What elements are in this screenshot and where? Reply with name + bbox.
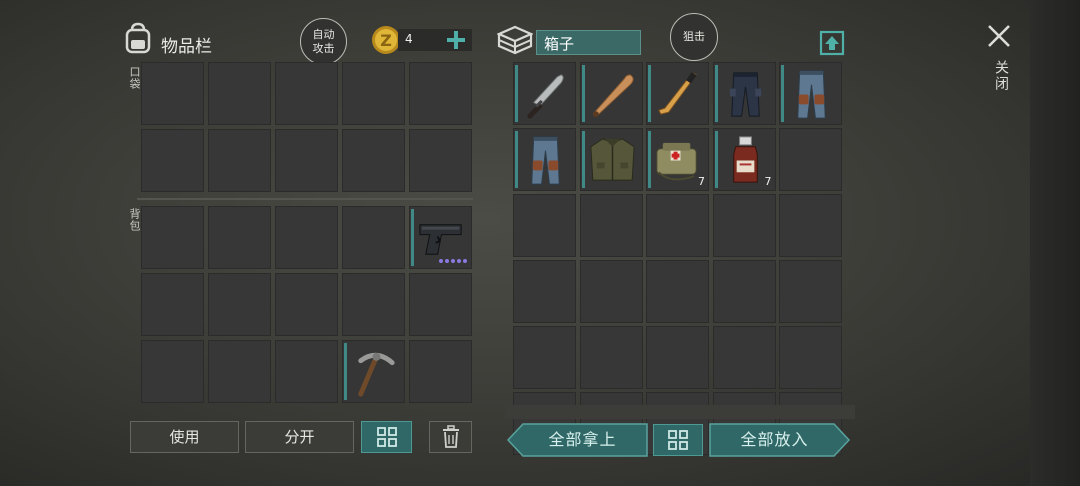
container-slot[interactable] <box>712 326 776 389</box>
section-divider <box>137 198 473 200</box>
item-count: 7 <box>698 175 705 188</box>
backpack-slot[interactable] <box>409 206 472 269</box>
use-button[interactable]: 使用 <box>130 421 239 453</box>
container-slot[interactable] <box>779 128 842 191</box>
container-slot[interactable] <box>513 62 576 125</box>
container-slot[interactable] <box>779 194 842 257</box>
container-name: 箱子 <box>544 35 575 53</box>
dark-pants-icon <box>729 72 761 117</box>
machete-icon <box>527 74 564 119</box>
container-slot[interactable] <box>779 260 842 323</box>
close-button[interactable]: 关闭 <box>984 22 1014 102</box>
container-slot[interactable] <box>646 260 709 323</box>
take-all-button[interactable]: 全部拿上 <box>507 423 648 457</box>
close-icon <box>988 25 1010 47</box>
backpack-slot[interactable] <box>275 273 338 336</box>
container-slot[interactable] <box>646 62 709 125</box>
split-button[interactable]: 分开 <box>245 421 354 453</box>
grid-icon <box>668 430 688 450</box>
backpack-slot[interactable] <box>208 273 271 336</box>
container-slot[interactable] <box>779 326 842 389</box>
jacket-icon <box>589 138 635 181</box>
container-slot[interactable] <box>513 260 576 323</box>
put-all-label: 全部放入 <box>740 430 809 449</box>
container-slot[interactable] <box>513 128 576 191</box>
pocket-slot[interactable] <box>141 129 204 192</box>
coin-count: 4 <box>405 32 413 46</box>
container-slot[interactable] <box>712 260 776 323</box>
container-slot[interactable] <box>646 194 709 257</box>
grid-clip <box>505 405 855 419</box>
backpack-slot[interactable] <box>275 340 338 403</box>
backpack-slot[interactable] <box>409 340 472 403</box>
durability-dots <box>439 259 467 263</box>
container-slot[interactable] <box>579 260 643 323</box>
grid-icon <box>376 427 397 447</box>
container-slot[interactable] <box>513 194 576 257</box>
trash-icon <box>442 425 459 448</box>
right-edge-panel <box>1030 0 1080 486</box>
pistol-icon <box>419 224 462 255</box>
svg-text:Z: Z <box>380 31 392 50</box>
inventory-title: 物品栏 <box>161 37 212 57</box>
backpack-slot[interactable] <box>275 206 338 269</box>
backpack-slot[interactable] <box>342 273 405 336</box>
put-all-button[interactable]: 全部放入 <box>709 423 850 457</box>
container-slot[interactable] <box>712 62 776 125</box>
pocket-slot[interactable] <box>275 129 338 192</box>
container-slot[interactable]: 7 <box>712 128 776 191</box>
backpack-icon <box>123 22 153 54</box>
backpack-slot[interactable] <box>342 206 405 269</box>
container-slot[interactable] <box>779 62 842 125</box>
kneepad-jeans-icon <box>797 70 826 119</box>
pocket-slot[interactable] <box>141 62 204 125</box>
pocket-slot[interactable] <box>275 62 338 125</box>
backpack-slot[interactable] <box>141 206 204 269</box>
container-slot[interactable]: 7 <box>646 128 709 191</box>
pocket-slot[interactable] <box>409 129 472 192</box>
item-count: 7 <box>764 175 772 188</box>
pocket-slot[interactable] <box>342 129 405 192</box>
upload-button[interactable] <box>818 28 846 56</box>
backpack-slot[interactable] <box>208 340 271 403</box>
pocket-slot[interactable] <box>208 129 271 192</box>
pocket-slot[interactable] <box>409 62 472 125</box>
container-slot[interactable] <box>579 128 643 191</box>
backpack-slot[interactable] <box>342 340 405 403</box>
container-name-field[interactable]: 箱子 <box>536 30 641 55</box>
snipe-button[interactable]: 狙击 <box>670 13 718 61</box>
container-slot[interactable] <box>712 194 776 257</box>
take-all-label: 全部拿上 <box>548 430 617 449</box>
upload-icon <box>819 30 845 56</box>
close-label: 关闭 <box>993 60 1009 92</box>
trash-button[interactable] <box>429 421 472 453</box>
pocket-slot[interactable] <box>208 62 271 125</box>
backpack-slot[interactable] <box>208 206 271 269</box>
add-coins-button[interactable] <box>444 28 468 52</box>
kneepad-jeans-icon <box>531 136 560 185</box>
sort-inventory-button[interactable] <box>361 421 412 453</box>
baseball-bat-icon <box>592 74 634 118</box>
pickaxe-icon <box>358 352 395 397</box>
pocket-slot[interactable] <box>342 62 405 125</box>
box-icon <box>496 24 534 56</box>
container-slot[interactable] <box>646 326 709 389</box>
container-slot[interactable] <box>579 62 643 125</box>
snipe-label: 狙击 <box>683 30 705 43</box>
auto-attack-label: 自动 攻击 <box>312 27 335 55</box>
coin-icon: Z <box>371 25 401 55</box>
auto-attack-button[interactable]: 自动 攻击 <box>300 18 347 65</box>
backpack-slot[interactable] <box>141 340 204 403</box>
backpack-slot[interactable] <box>409 273 472 336</box>
hockey-stick-icon <box>658 72 697 115</box>
container-slot[interactable] <box>579 194 643 257</box>
container-slot[interactable] <box>513 326 576 389</box>
backpack-slot[interactable] <box>141 273 204 336</box>
sort-container-button[interactable] <box>653 424 703 456</box>
pocket-label: 口袋 <box>128 66 141 90</box>
container-slot[interactable] <box>579 326 643 389</box>
backpack-label: 背包 <box>128 208 141 232</box>
plus-icon <box>447 31 465 49</box>
